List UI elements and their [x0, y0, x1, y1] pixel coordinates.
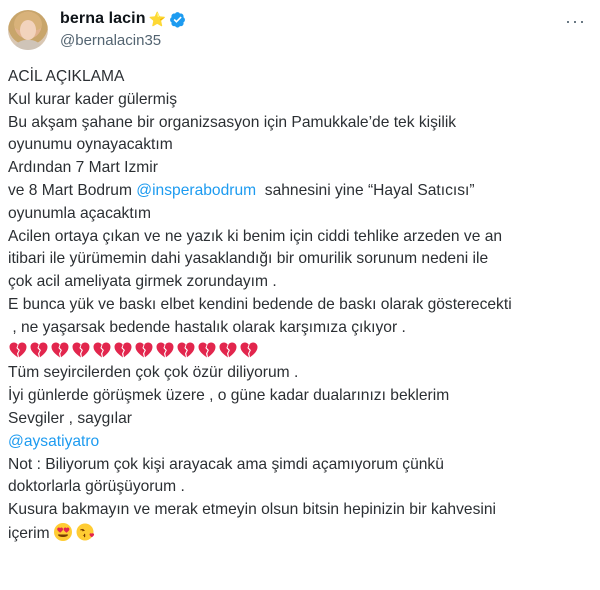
- text-line: Bu akşam şahane bir organizsasyon için P…: [8, 113, 457, 131]
- broken-heart-icon: [51, 342, 69, 358]
- more-options-icon[interactable]: ···: [565, 12, 586, 30]
- text-line: Tüm seyircilerden çok çok özür diliyorum…: [8, 364, 299, 382]
- verified-badge-icon: [170, 11, 185, 28]
- text-line: ACİL AÇIKLAMA: [8, 68, 125, 85]
- broken-heart-icon: [93, 342, 111, 358]
- broken-heart-icon: [30, 342, 48, 358]
- mention-link-aysatiyatro[interactable]: @aysatiyatro: [8, 431, 592, 454]
- text-line: Not : Biliyorum çok kişi arayacak ama şi…: [8, 455, 444, 473]
- text-line: oyunumu oynayacaktım: [8, 136, 173, 154]
- text-line-last: içerim: [8, 522, 592, 546]
- text-line: Ardından 7 Mart Izmir: [8, 159, 158, 177]
- broken-heart-icon: [9, 342, 27, 358]
- broken-heart-icon: [198, 342, 216, 358]
- broken-heart-icon: [156, 342, 174, 358]
- heart-eyes-emoji-icon: [53, 522, 72, 541]
- mention-link-insperabodrum[interactable]: @insperabodrum: [136, 182, 256, 199]
- broken-hearts-row: [8, 340, 592, 363]
- text-segment: sahnesini yine “Hayal Satıcısı”: [256, 181, 475, 199]
- broken-heart-icon: [240, 342, 258, 358]
- avatar[interactable]: [8, 10, 48, 50]
- text-line-bodrum: ve 8 Mart Bodrum @insperabodrum sahnesin…: [8, 180, 592, 203]
- display-name[interactable]: berna lacin: [60, 10, 146, 28]
- text-line: itibari ile yürümemin dahi yasaklandığı …: [8, 250, 489, 268]
- author-name-row[interactable]: berna lacin ⭐: [60, 10, 186, 28]
- text-line: doktorlarla görüşüyorum .: [8, 478, 185, 496]
- broken-heart-icon: [135, 342, 153, 358]
- text-segment: ve 8 Mart Bodrum: [8, 181, 137, 199]
- text-line: Kul kurar kader gülermiş: [8, 90, 177, 108]
- broken-heart-icon: [72, 342, 90, 358]
- text-line: Acilen ortaya çıkan ve ne yazık ki benim…: [8, 227, 503, 245]
- text-line: E bunca yük ve baskı elbet kendini beden…: [8, 295, 512, 313]
- tweet-header: berna lacin ⭐ @bernalacin35 ···: [8, 6, 592, 56]
- broken-heart-icon: [219, 342, 237, 358]
- broken-heart-icon: [114, 342, 132, 358]
- broken-heart-icon: [177, 342, 195, 358]
- kissing-heart-emoji-icon: [76, 523, 94, 541]
- text-line: İyi günlerde görüşmek üzere , o güne kad…: [8, 387, 450, 405]
- text-line: oyunumla açacaktım: [8, 204, 152, 222]
- text-segment: içerim: [8, 524, 50, 542]
- tweet-text: ACİL AÇIKLAMA Kul kurar kader gülermiş B…: [8, 66, 592, 546]
- star-icon: ⭐: [148, 11, 167, 27]
- text-line: , ne yaşarsak bedende hastalık olarak ka…: [8, 318, 406, 336]
- author-handle[interactable]: @bernalacin35: [60, 32, 161, 49]
- text-line: Sevgiler , saygılar: [8, 409, 132, 427]
- text-line: çok acil ameliyata girmek zorundayım .: [8, 273, 277, 291]
- text-line: Kusura bakmayın ve merak etmeyin olsun b…: [8, 501, 496, 519]
